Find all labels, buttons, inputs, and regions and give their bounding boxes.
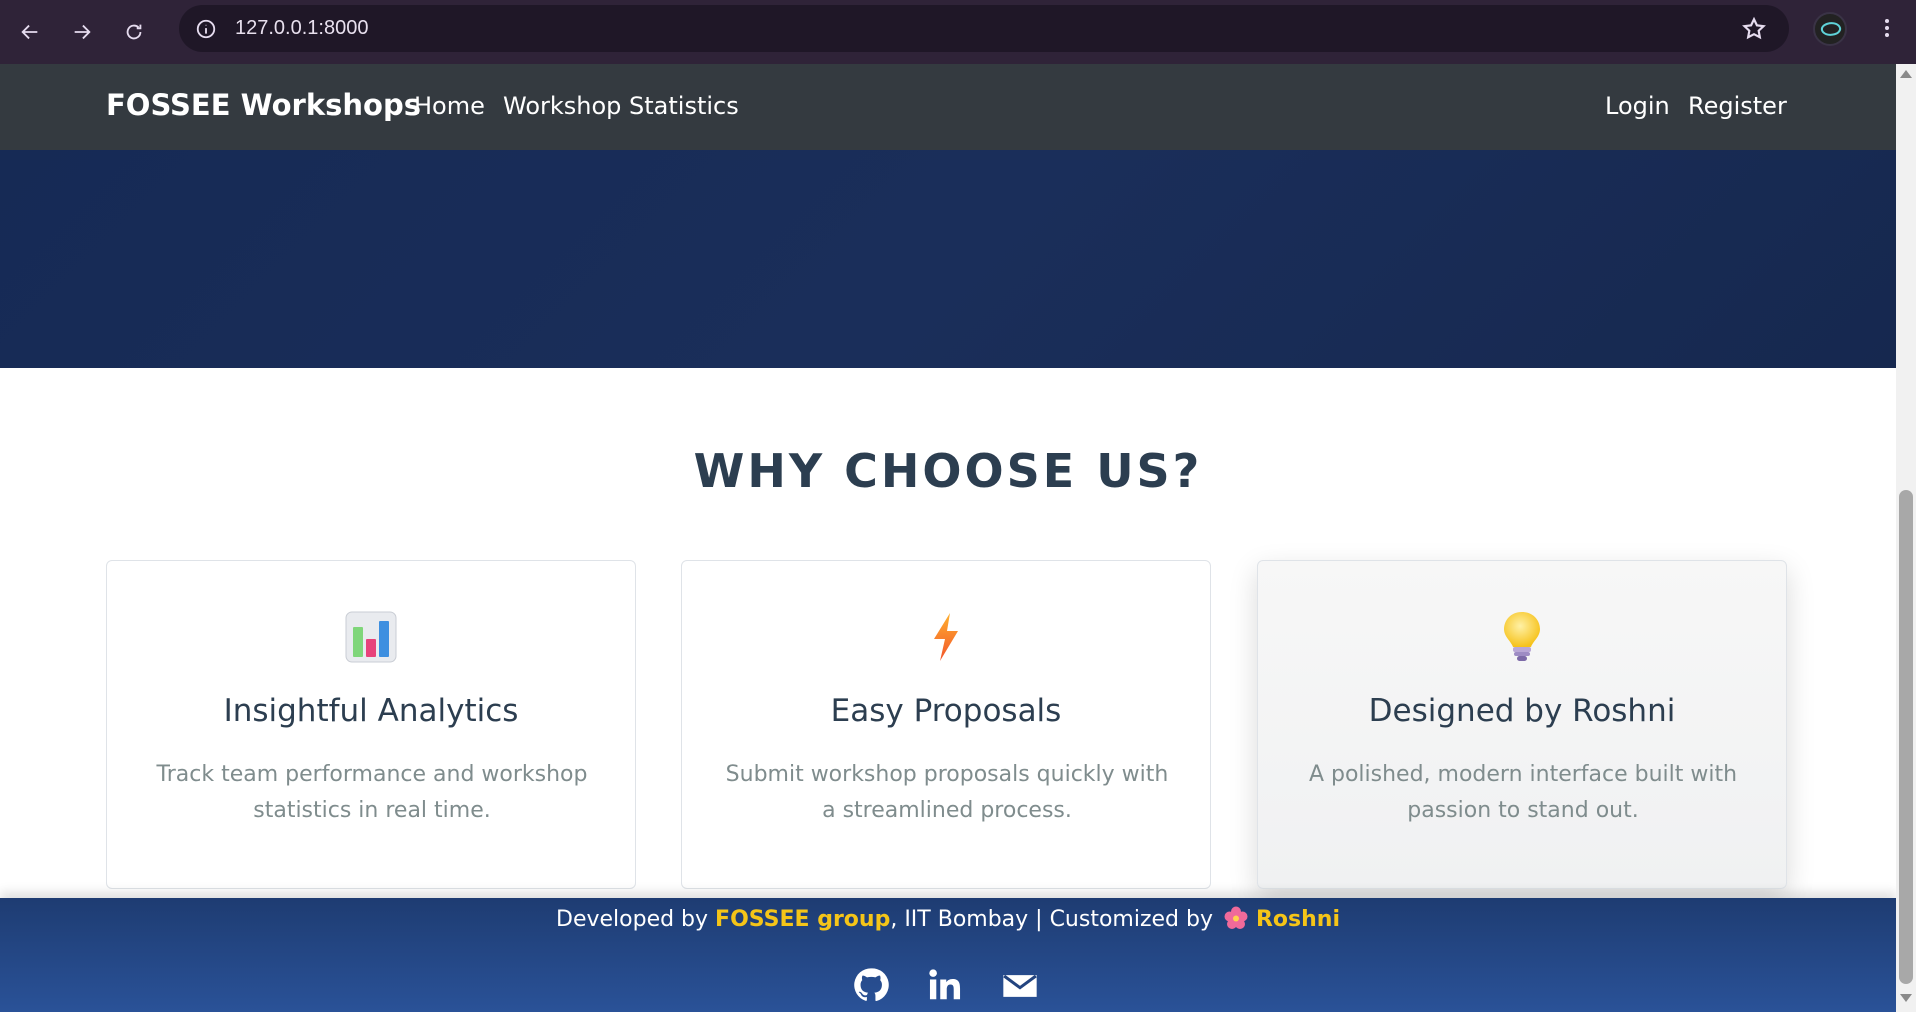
section-title: WHY CHOOSE US? (693, 444, 1203, 498)
feature-card-proposals: Easy Proposals Submit workshop proposals… (681, 560, 1211, 889)
lightbulb-icon (1494, 609, 1550, 665)
nav-link-workshop-statistics[interactable]: Workshop Statistics (503, 92, 739, 120)
site-info-icon[interactable] (193, 16, 219, 42)
nav-link-login[interactable]: Login (1605, 92, 1670, 120)
hero-banner (0, 150, 1896, 368)
card-description: Track team performance and workshop stat… (156, 762, 588, 823)
forward-arrow-icon[interactable] (60, 10, 104, 54)
card-description: Submit workshop proposals quickly with a… (725, 762, 1169, 823)
profile-avatar[interactable] (1813, 12, 1847, 46)
card-title: Insightful Analytics (223, 693, 519, 729)
more-menu-icon[interactable] (1872, 13, 1902, 43)
footer-group-link[interactable]: FOSSEE group (715, 907, 890, 932)
card-title: Easy Proposals (830, 693, 1062, 729)
scrollbar-thumb[interactable] (1899, 490, 1913, 984)
bookmark-star-icon[interactable] (1741, 16, 1767, 42)
nav-link-register[interactable]: Register (1688, 92, 1787, 120)
url-text[interactable]: 127.0.0.1:8000 (235, 17, 368, 40)
browser-toolbar: 127.0.0.1:8000 (0, 0, 1916, 64)
bar-chart-icon (343, 609, 399, 665)
footer-prefix: Developed by (556, 907, 716, 932)
lightning-icon (918, 609, 974, 665)
linkedin-icon[interactable] (926, 966, 966, 1006)
card-title: Designed by Roshni (1368, 693, 1676, 729)
reload-icon[interactable] (112, 10, 156, 54)
card-description: A polished, modern interface built with … (1308, 762, 1738, 823)
brand-link[interactable]: FOSSEE Workshops (106, 88, 421, 122)
scroll-down-arrow-icon[interactable] (1900, 994, 1912, 1002)
footer-credits: Developed by FOSSEE group, IIT Bombay | … (0, 906, 1896, 932)
email-icon[interactable] (1000, 966, 1040, 1006)
site-navbar: FOSSEE Workshops Home Workshop Statistic… (0, 64, 1896, 150)
scroll-up-arrow-icon[interactable] (1900, 70, 1912, 78)
feature-card-designed: Designed by Roshni A polished, modern in… (1257, 560, 1787, 889)
back-arrow-icon[interactable] (8, 10, 52, 54)
address-bar[interactable]: 127.0.0.1:8000 (179, 5, 1789, 52)
nav-link-home[interactable]: Home (414, 92, 485, 120)
flower-icon (1224, 906, 1248, 930)
footer-middle: , IIT Bombay | Customized by (890, 907, 1220, 932)
footer-author-link[interactable]: Roshni (1256, 907, 1340, 932)
github-icon[interactable] (852, 966, 892, 1006)
feature-card-analytics: Insightful Analytics Track team performa… (106, 560, 636, 889)
